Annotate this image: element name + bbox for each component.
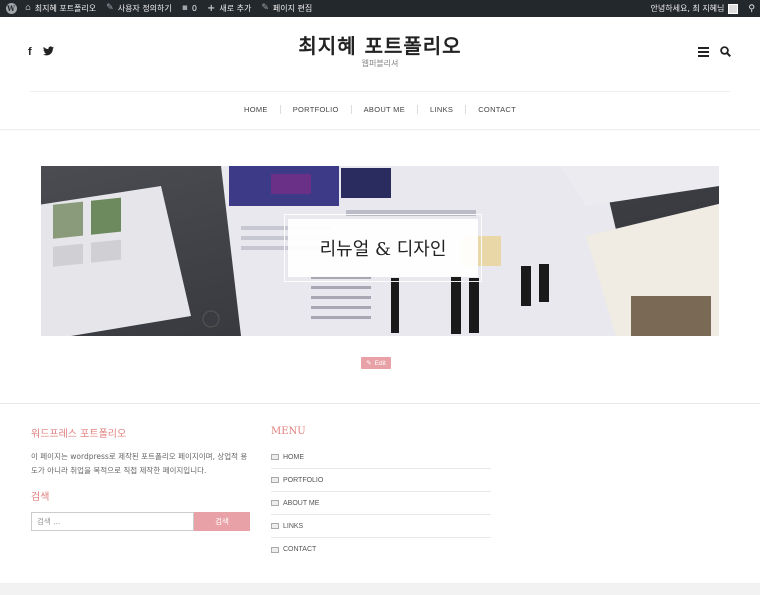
- footer-menu-item-contact[interactable]: CONTACT: [271, 538, 491, 561]
- adminbar-site-name: 최지혜 포트폴리오: [34, 4, 97, 13]
- banner-caption-frame: 리뉴얼 & 디자인: [284, 214, 482, 282]
- adminbar-customize-label: 사용자 정의하기: [117, 4, 172, 13]
- nav-item-portfolio[interactable]: PORTFOLIO: [281, 105, 351, 114]
- edit-icon: ✎: [366, 360, 372, 367]
- adminbar-site-link[interactable]: ⌂ 최지혜 포트폴리오: [20, 0, 101, 17]
- avatar: [728, 3, 739, 14]
- widget-title-portfolio: 워드프레스 포트폴리오: [31, 429, 127, 440]
- banner-caption: 리뉴얼 & 디자인: [288, 219, 478, 277]
- adminbar-comments-count: 0: [191, 4, 197, 13]
- wordpress-icon: [5, 3, 17, 14]
- footer-menu-label: PORTFOLIO: [283, 476, 324, 484]
- header-tools: [698, 46, 732, 60]
- footer-menu-list: HOME PORTFOLIO ABOUT ME LINKS CONTACT: [271, 446, 491, 561]
- main-nav: HOME PORTFOLIO ABOUT ME LINKS CONTACT: [0, 105, 760, 114]
- comment-icon: ▪: [181, 3, 188, 13]
- nav-item-about-me[interactable]: ABOUT ME: [352, 105, 417, 114]
- footer-menu-label: HOME: [283, 453, 304, 461]
- featured-banner: 리뉴얼 & 디자인: [41, 166, 719, 336]
- header-divider: [30, 91, 730, 92]
- site-description: 웹퍼블리셔: [361, 59, 399, 68]
- page-icon: [271, 477, 279, 483]
- page-icon: [271, 546, 279, 553]
- search-input[interactable]: 검색 ...: [31, 512, 194, 531]
- adminbar-new-link[interactable]: + 새로 추가: [202, 0, 256, 17]
- page-icon: [271, 454, 279, 460]
- widget-text-portfolio: 이 페이지는 wordpress로 제작된 포트폴리오 페이지이며, 상업적 용…: [31, 452, 248, 475]
- footer-menu-label: ABOUT ME: [283, 499, 320, 507]
- site-title[interactable]: 최지혜 포트폴리오: [0, 30, 760, 59]
- footer-divider: [0, 403, 760, 404]
- adminbar-customize-link[interactable]: ✎ 사용자 정의하기: [101, 0, 177, 17]
- footer-bottom-bar: [0, 583, 760, 595]
- menu-icon[interactable]: [698, 46, 709, 60]
- nav-item-home[interactable]: HOME: [232, 105, 280, 114]
- page-icon: [271, 523, 279, 529]
- adminbar-edit-label: 페이지 편집: [272, 4, 313, 13]
- search-placeholder: 검색 ...: [37, 517, 61, 526]
- widget-title-search: 검색: [31, 492, 50, 503]
- footer-menu-item-home[interactable]: HOME: [271, 446, 491, 469]
- header-shadow: [0, 129, 760, 131]
- home-icon: ⌂: [25, 3, 31, 13]
- search-button[interactable]: 검색: [194, 512, 250, 531]
- footer-menu-label: CONTACT: [283, 546, 317, 553]
- admin-bar: ⌂최지혜 포트폴리오 ✎사용자 정의하기 ▪0 +새로 추가 ✎페이지 편집 안…: [0, 0, 760, 17]
- brush-icon: ✎: [106, 3, 114, 13]
- footer-menu-item-about-me[interactable]: ABOUT ME: [271, 492, 491, 515]
- widget-title-menu: MENU: [271, 426, 306, 437]
- nav-item-contact[interactable]: CONTACT: [466, 105, 528, 114]
- adminbar-account[interactable]: 안녕하세요, 최 지혜님: [646, 0, 744, 17]
- edit-button[interactable]: ✎ Edit: [361, 357, 391, 369]
- adminbar-new-label: 새로 추가: [219, 4, 252, 13]
- adminbar-greeting: 안녕하세요, 최 지혜님: [650, 4, 725, 13]
- site-header: f 최지혜 포트폴리오 웹퍼블리셔 HOME PORTFOLIO ABOUT M…: [0, 17, 760, 129]
- nav-item-links[interactable]: LINKS: [418, 105, 465, 114]
- page-icon: [271, 500, 279, 506]
- search-icon[interactable]: [720, 46, 732, 60]
- adminbar-comments-link[interactable]: ▪ 0: [177, 0, 202, 17]
- adminbar-edit-link[interactable]: ✎ 페이지 편집: [256, 0, 317, 17]
- footer-menu-label: LINKS: [283, 522, 304, 530]
- adminbar-search-button[interactable]: ⚲: [743, 0, 760, 17]
- footer-menu-item-portfolio[interactable]: PORTFOLIO: [271, 469, 491, 492]
- wordpress-logo-button[interactable]: [2, 0, 20, 17]
- plus-icon: +: [206, 2, 216, 14]
- search-icon: ⚲: [748, 3, 755, 14]
- edit-label: Edit: [374, 359, 386, 367]
- pencil-icon: ✎: [261, 3, 269, 13]
- footer-menu-item-links[interactable]: LINKS: [271, 515, 491, 538]
